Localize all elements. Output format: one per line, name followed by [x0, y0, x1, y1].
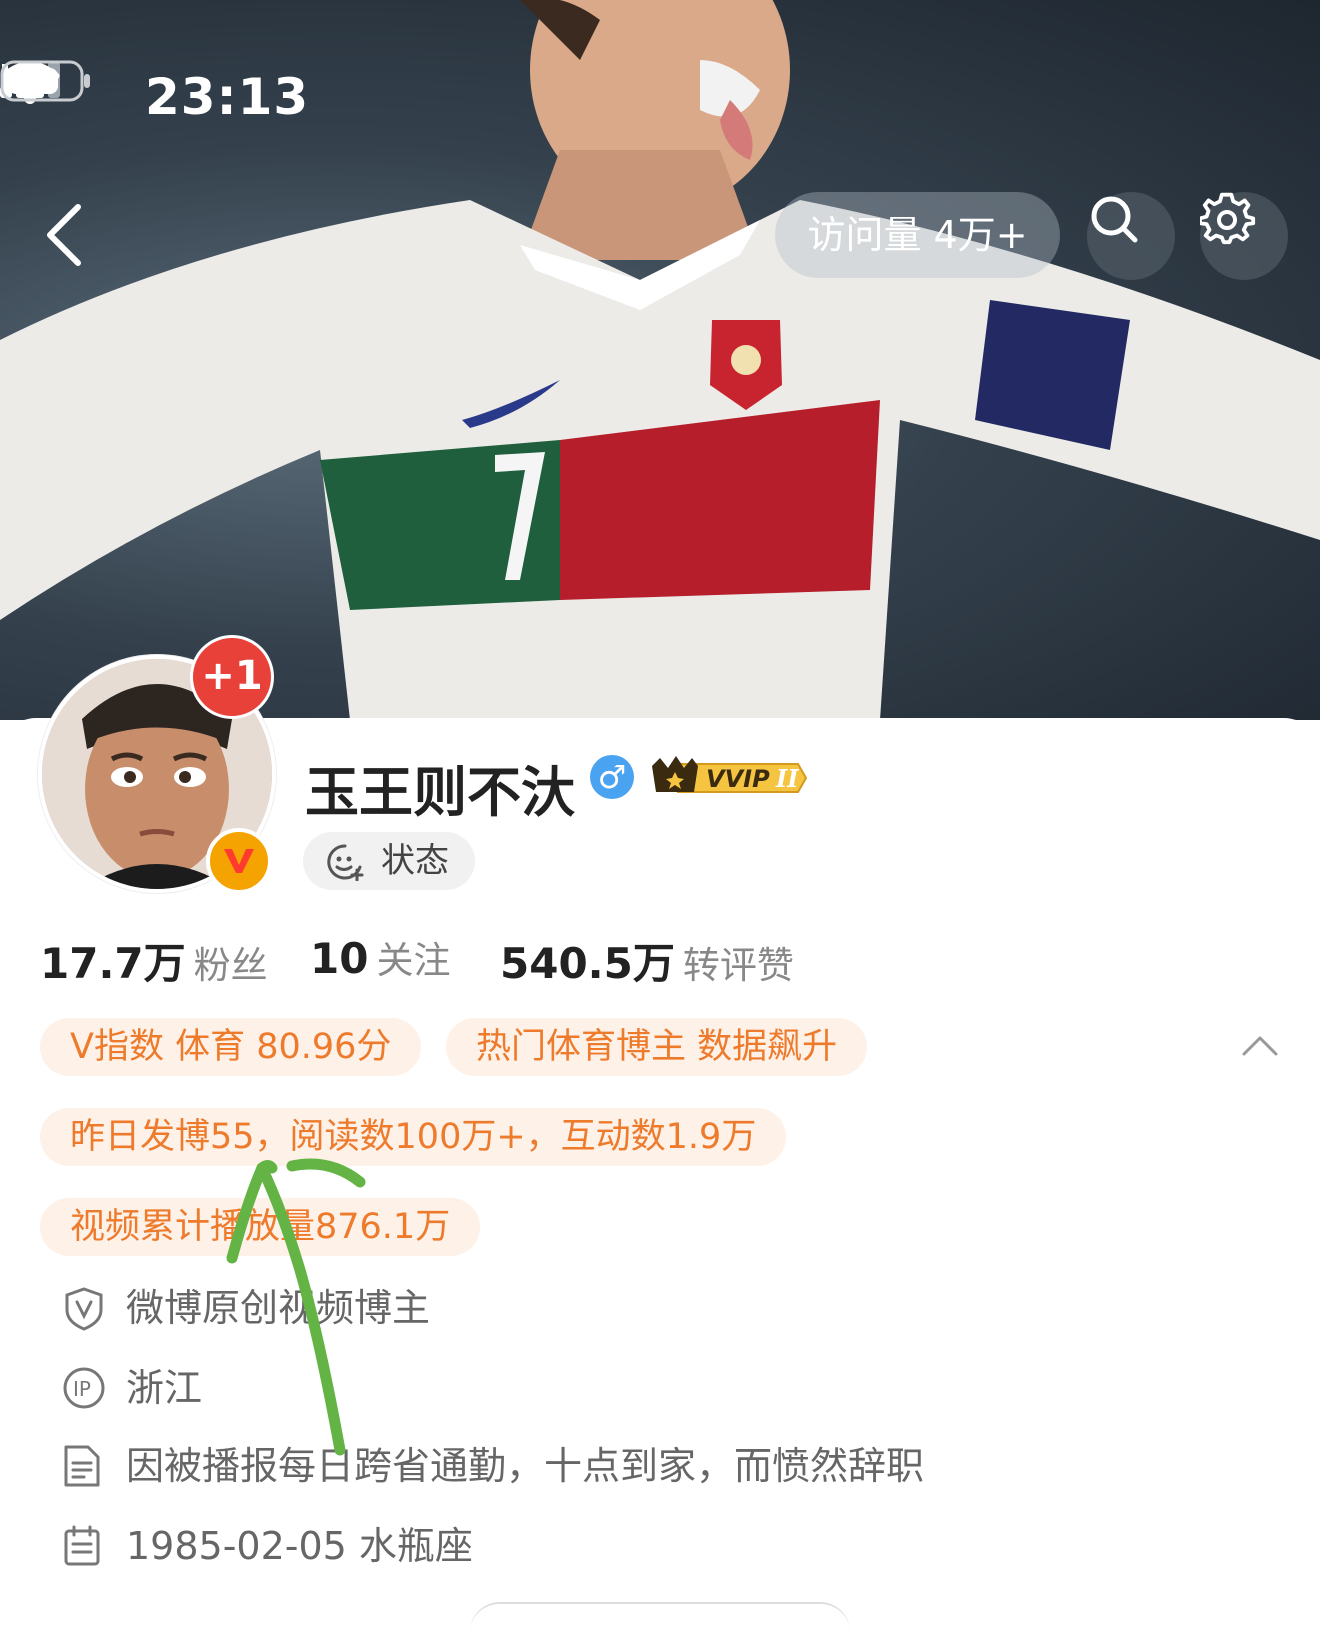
- likes-label: 转评赞: [682, 944, 794, 987]
- calendar-icon: [64, 1525, 100, 1566]
- username: 玉王则不汏: [305, 761, 575, 824]
- gender-male-icon: ♂: [590, 755, 634, 799]
- svg-text:II: II: [775, 764, 799, 793]
- following-label: 关注: [376, 939, 451, 982]
- bio-text: 因被播报每日跨省通勤，十点到家，而愤然辞职: [126, 1444, 925, 1488]
- svg-text:IP: IP: [73, 1377, 91, 1401]
- status-label: 状态: [381, 841, 449, 881]
- document-icon: [64, 1445, 100, 1487]
- video-plays-tag[interactable]: 视频累计播放量876.1万: [40, 1198, 481, 1256]
- followers-label: 粉丝: [193, 944, 268, 987]
- vvip-badge-icon[interactable]: VVIP II: [648, 752, 808, 802]
- ip-location-text: 浙江: [126, 1366, 203, 1410]
- gear-icon: [1200, 192, 1256, 245]
- status-time: 23:13: [145, 68, 310, 126]
- bottom-tab-handle: [470, 1602, 850, 1634]
- chevron-left-icon: [47, 204, 81, 266]
- status-button[interactable]: 状态: [303, 832, 475, 890]
- certification-text: 微博原创视频博主: [126, 1286, 431, 1330]
- followers-stat[interactable]: 17.7万 粉丝: [40, 930, 268, 991]
- status-bar: 23:13: [0, 60, 1320, 140]
- birthday-text: 1985-02-05 水瓶座: [126, 1524, 473, 1568]
- likes-count: 540.5万: [500, 939, 675, 988]
- search-icon: [1091, 196, 1138, 243]
- yesterday-stats-tag[interactable]: 昨日发博55，阅读数100万+，互动数1.9万: [40, 1108, 787, 1166]
- following-count: 10: [310, 934, 369, 983]
- vvip-label: VVIP: [706, 765, 770, 793]
- chevron-up-icon[interactable]: [1240, 1030, 1280, 1060]
- likes-stat[interactable]: 540.5万 转评赞: [500, 930, 794, 991]
- following-stat[interactable]: 10 关注: [310, 930, 450, 984]
- battery-icon: [0, 60, 90, 102]
- back-button[interactable]: [28, 195, 108, 275]
- profile-cover-image[interactable]: 23:13 访问量 4万+: [0, 0, 1320, 720]
- v-index-tag[interactable]: V指数 体育 80.96分: [40, 1018, 422, 1076]
- settings-button[interactable]: [1200, 192, 1288, 280]
- ip-icon: IP: [63, 1367, 105, 1409]
- verified-badge-icon: [206, 828, 272, 894]
- search-button[interactable]: [1087, 192, 1175, 280]
- avatar-update-badge: +1: [190, 635, 274, 719]
- hot-blogger-tag[interactable]: 热门体育博主 数据飙升: [446, 1018, 868, 1076]
- shield-v-icon: [65, 1287, 103, 1331]
- followers-count: 17.7万: [40, 939, 186, 988]
- emoji-add-icon: [327, 844, 364, 881]
- visits-count-pill[interactable]: 访问量 4万+: [775, 192, 1060, 278]
